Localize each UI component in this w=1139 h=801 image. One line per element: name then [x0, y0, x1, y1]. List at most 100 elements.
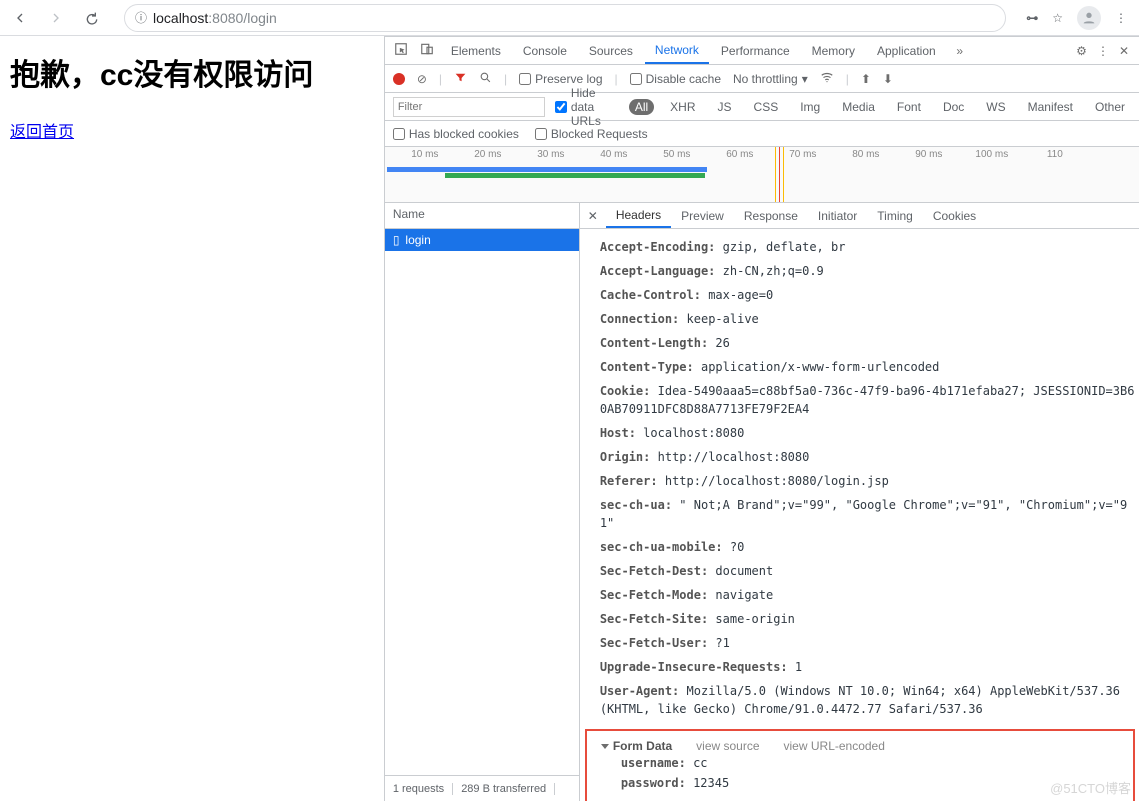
- blocked-cookies-checkbox[interactable]: Has blocked cookies: [393, 127, 519, 141]
- triangle-down-icon[interactable]: [601, 744, 609, 749]
- filter-font[interactable]: Font: [891, 99, 927, 115]
- page-content: 抱歉，cc没有权限访问 返回首页: [0, 36, 384, 801]
- timeline-tick: 50 ms: [663, 149, 690, 160]
- filter-ws[interactable]: WS: [980, 99, 1011, 115]
- filter-xhr[interactable]: XHR: [664, 99, 701, 115]
- timeline-tick: 20 ms: [474, 149, 501, 160]
- back-home-link[interactable]: 返回首页: [10, 118, 74, 142]
- timeline-tick: 30 ms: [537, 149, 564, 160]
- filter-media[interactable]: Media: [836, 99, 881, 115]
- header-row: Cache-Control: max-age=0: [600, 283, 1139, 307]
- header-row: Referer: http://localhost:8080/login.jsp: [600, 469, 1139, 493]
- timeline-tick: 60 ms: [726, 149, 753, 160]
- page-heading: 抱歉，cc没有权限访问: [10, 50, 374, 94]
- filter-manifest[interactable]: Manifest: [1022, 99, 1079, 115]
- network-toolbar: ⊘ | | Preserve log | Disable cache No th…: [385, 65, 1139, 93]
- forward-button[interactable]: [44, 6, 68, 30]
- request-row-login[interactable]: ▯ login: [385, 229, 579, 251]
- back-button[interactable]: [8, 6, 32, 30]
- disable-cache-checkbox[interactable]: Disable cache: [630, 72, 721, 86]
- reload-button[interactable]: [80, 6, 104, 30]
- tab-network[interactable]: Network: [645, 37, 709, 64]
- filter-icon[interactable]: [454, 71, 467, 87]
- timeline-marker: [783, 147, 784, 202]
- header-row: Upgrade-Insecure-Requests: 1: [600, 655, 1139, 679]
- tab-sources[interactable]: Sources: [579, 37, 643, 64]
- headers-body[interactable]: Accept-Encoding: gzip, deflate, brAccept…: [580, 229, 1139, 801]
- form-data-title: Form Data: [613, 739, 672, 753]
- filter-img[interactable]: Img: [794, 99, 826, 115]
- key-icon[interactable]: ⊶: [1026, 11, 1038, 25]
- timeline-tick: 10 ms: [411, 149, 438, 160]
- filter-doc[interactable]: Doc: [937, 99, 970, 115]
- detail-tabs: ✕ Headers Preview Response Initiator Tim…: [580, 203, 1139, 229]
- header-row: Content-Type: application/x-www-form-url…: [600, 355, 1139, 379]
- download-icon[interactable]: ⬇: [883, 72, 893, 86]
- record-button[interactable]: [393, 73, 405, 85]
- menu-icon[interactable]: ⋮: [1115, 11, 1127, 25]
- settings-icon[interactable]: ⚙: [1076, 44, 1087, 58]
- filter-css[interactable]: CSS: [748, 99, 785, 115]
- view-source-link[interactable]: view source: [696, 739, 759, 753]
- filter-bar: Hide data URLs All XHR JS CSS Img Media …: [385, 93, 1139, 121]
- kebab-icon[interactable]: ⋮: [1097, 44, 1109, 58]
- inspect-icon[interactable]: [389, 42, 413, 59]
- detail-tab-headers[interactable]: Headers: [606, 203, 671, 228]
- header-row: Host: localhost:8080: [600, 421, 1139, 445]
- tab-performance[interactable]: Performance: [711, 37, 800, 64]
- search-icon[interactable]: [479, 71, 492, 87]
- detail-tab-initiator[interactable]: Initiator: [808, 203, 867, 228]
- request-name: login: [405, 233, 430, 247]
- header-row: Connection: keep-alive: [600, 307, 1139, 331]
- filter-js[interactable]: JS: [712, 99, 738, 115]
- site-info-icon[interactable]: ⓘ: [135, 9, 147, 26]
- timeline-marker: [779, 147, 780, 202]
- watermark: @51CTO博客: [1050, 778, 1131, 797]
- bookmark-icon[interactable]: ☆: [1052, 11, 1063, 25]
- wifi-icon[interactable]: [820, 70, 834, 87]
- header-row: User-Agent: Mozilla/5.0 (Windows NT 10.0…: [600, 679, 1139, 721]
- detail-tab-response[interactable]: Response: [734, 203, 808, 228]
- header-row: Accept-Language: zh-CN,zh;q=0.9: [600, 259, 1139, 283]
- detail-tab-preview[interactable]: Preview: [671, 203, 734, 228]
- blocked-requests-checkbox[interactable]: Blocked Requests: [535, 127, 648, 141]
- detail-tab-timing[interactable]: Timing: [867, 203, 923, 228]
- more-tabs-icon[interactable]: »: [948, 44, 972, 58]
- close-devtools-icon[interactable]: ✕: [1119, 44, 1129, 58]
- device-toggle-icon[interactable]: [415, 42, 439, 59]
- timeline-tick: 100 ms: [975, 149, 1008, 160]
- browser-toolbar: ⓘ localhost:8080/login ⊶ ☆ ⋮: [0, 0, 1139, 36]
- tab-application[interactable]: Application: [867, 37, 946, 64]
- timeline-tick: 80 ms: [852, 149, 879, 160]
- close-detail-icon[interactable]: ✕: [580, 209, 606, 223]
- request-summary: 1 requests 289 B transferred: [385, 775, 579, 801]
- profile-avatar[interactable]: [1077, 6, 1101, 30]
- devtools-panel: Elements Console Sources Network Perform…: [384, 36, 1139, 801]
- view-url-encoded-link[interactable]: view URL-encoded: [784, 739, 885, 753]
- throttling-select[interactable]: No throttling ▾: [733, 72, 808, 86]
- timeline-tick: 70 ms: [789, 149, 816, 160]
- tab-memory[interactable]: Memory: [802, 37, 865, 64]
- network-timeline[interactable]: 10 ms20 ms30 ms40 ms50 ms60 ms70 ms80 ms…: [385, 147, 1139, 203]
- filter-bar-2: Has blocked cookies Blocked Requests: [385, 121, 1139, 147]
- filter-input[interactable]: [393, 97, 545, 117]
- clear-icon[interactable]: ⊘: [417, 72, 427, 86]
- header-row: Content-Length: 26: [600, 331, 1139, 355]
- timeline-marker: [775, 147, 776, 202]
- filter-other[interactable]: Other: [1089, 99, 1131, 115]
- header-row: Sec-Fetch-Site: same-origin: [600, 607, 1139, 631]
- form-data-row: username: cc: [601, 753, 1133, 773]
- upload-icon[interactable]: ⬆: [861, 72, 871, 86]
- preserve-log-checkbox[interactable]: Preserve log: [519, 72, 602, 86]
- chevron-down-icon: ▾: [802, 72, 808, 86]
- header-row: sec-ch-ua: " Not;A Brand";v="99", "Googl…: [600, 493, 1139, 535]
- header-row: Sec-Fetch-Dest: document: [600, 559, 1139, 583]
- header-row: Sec-Fetch-Mode: navigate: [600, 583, 1139, 607]
- tab-console[interactable]: Console: [513, 37, 577, 64]
- detail-tab-cookies[interactable]: Cookies: [923, 203, 986, 228]
- timeline-bar: [387, 167, 707, 172]
- filter-all[interactable]: All: [629, 99, 654, 115]
- tab-elements[interactable]: Elements: [441, 37, 511, 64]
- address-bar[interactable]: ⓘ localhost:8080/login: [124, 4, 1006, 32]
- column-name[interactable]: Name: [385, 203, 579, 229]
